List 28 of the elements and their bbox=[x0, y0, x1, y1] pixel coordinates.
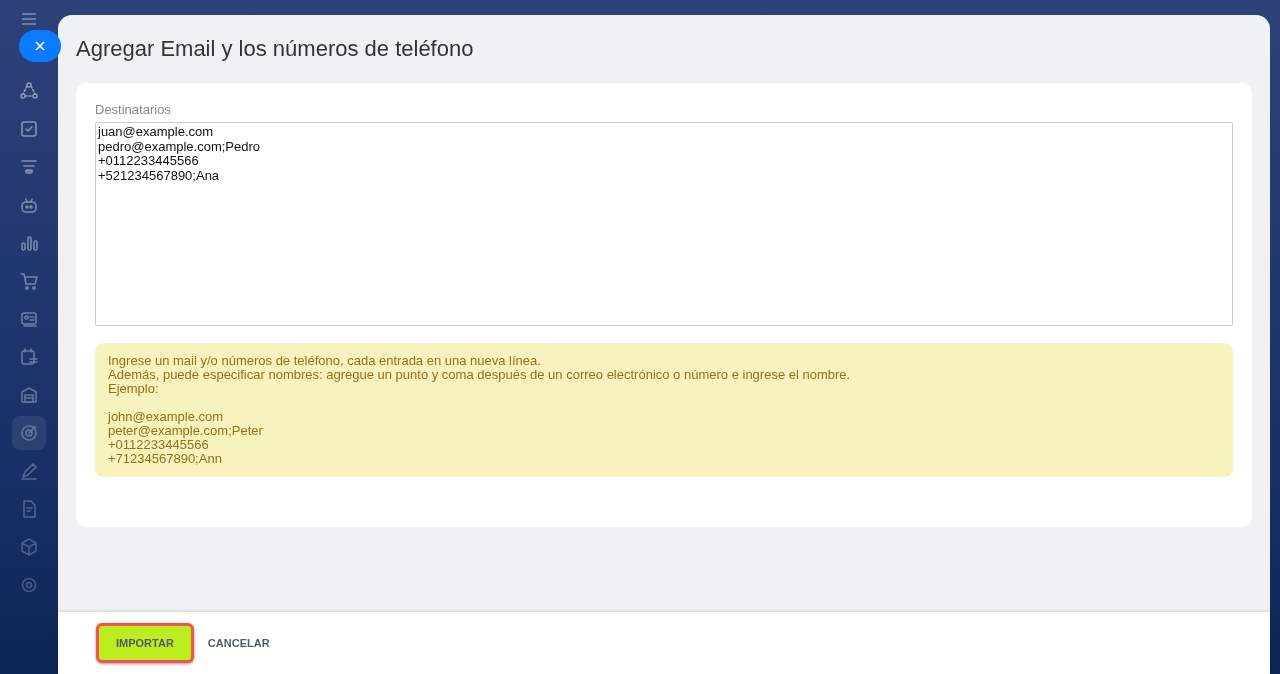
cancel-button[interactable]: CANCELAR bbox=[207, 637, 270, 649]
pencil-icon bbox=[19, 461, 39, 481]
bar-chart-icon bbox=[19, 233, 39, 253]
hint-text: Además, puede especificar nombres: agregue un punto y coma después de un correo electrónico o número e ingrese el nombre. bbox=[108, 368, 852, 382]
menu-icon[interactable] bbox=[21, 12, 37, 26]
close-button[interactable] bbox=[19, 30, 61, 62]
example-text: peter@example.com;Peter bbox=[108, 424, 264, 438]
network-icon bbox=[19, 81, 39, 101]
checkbox-icon bbox=[19, 119, 39, 139]
contact-card-icon bbox=[19, 309, 39, 329]
dialog-title: Agregar Email y los números de teléfono bbox=[76, 36, 475, 62]
hint-text: Ingrese un mail y/o números de teléfono, cada entrada en una nueva línea. bbox=[108, 354, 542, 368]
example-text: +71234567890;Ann bbox=[108, 452, 223, 466]
funnel-icon bbox=[19, 157, 39, 177]
field-label: Destinatarios bbox=[95, 102, 172, 117]
example-text: john@example.com bbox=[108, 410, 225, 424]
robot-icon bbox=[19, 195, 39, 215]
import-button[interactable]: IMPORTAR bbox=[96, 623, 194, 663]
target-icon bbox=[19, 423, 39, 443]
cube-icon bbox=[19, 537, 39, 557]
calendar-icon bbox=[19, 347, 39, 367]
garage-icon bbox=[19, 385, 39, 405]
example-text: +0112233445566 bbox=[108, 438, 209, 452]
cart-icon bbox=[19, 271, 39, 291]
close-icon bbox=[34, 40, 46, 52]
hint-text: Ejemplo: bbox=[108, 382, 160, 396]
sidebar-item[interactable] bbox=[12, 416, 46, 450]
recipients-field[interactable]: juan@example.com pedro@example.com;Pedro +0112233445566 +521234567890;Ana bbox=[95, 122, 1233, 326]
